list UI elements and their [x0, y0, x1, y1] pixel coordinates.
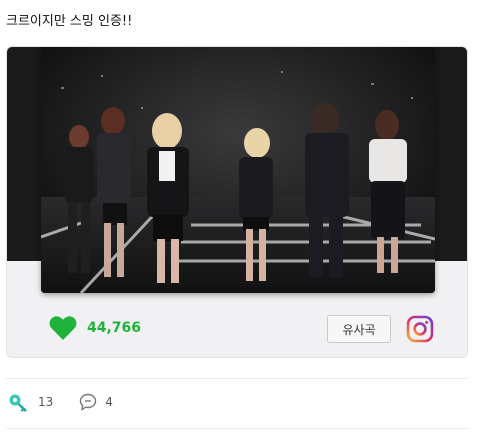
comments-count: 4 — [105, 395, 113, 409]
comments-stat[interactable]: 4 — [79, 393, 113, 411]
likes-count: 13 — [38, 395, 54, 409]
like-row[interactable]: 44,766 — [49, 315, 141, 341]
divider — [6, 378, 468, 379]
likes-stat[interactable]: 13 — [8, 392, 53, 412]
album-photo[interactable] — [41, 47, 435, 293]
post-text: 크르이지만 스밍 인증!! — [6, 14, 133, 29]
like-count: 44,766 — [87, 320, 142, 336]
instagram-icon[interactable] — [406, 315, 434, 343]
divider — [6, 428, 468, 429]
group-photo-illustration — [41, 47, 435, 293]
comment-icon[interactable] — [79, 393, 97, 411]
similar-songs-button[interactable]: 유사곡 — [327, 315, 391, 343]
heart-icon[interactable] — [49, 315, 77, 341]
key-like-icon[interactable] — [8, 392, 30, 412]
song-card[interactable]: 44,766 유사곡 — [6, 46, 468, 358]
post-stats: 13 4 — [8, 392, 139, 412]
